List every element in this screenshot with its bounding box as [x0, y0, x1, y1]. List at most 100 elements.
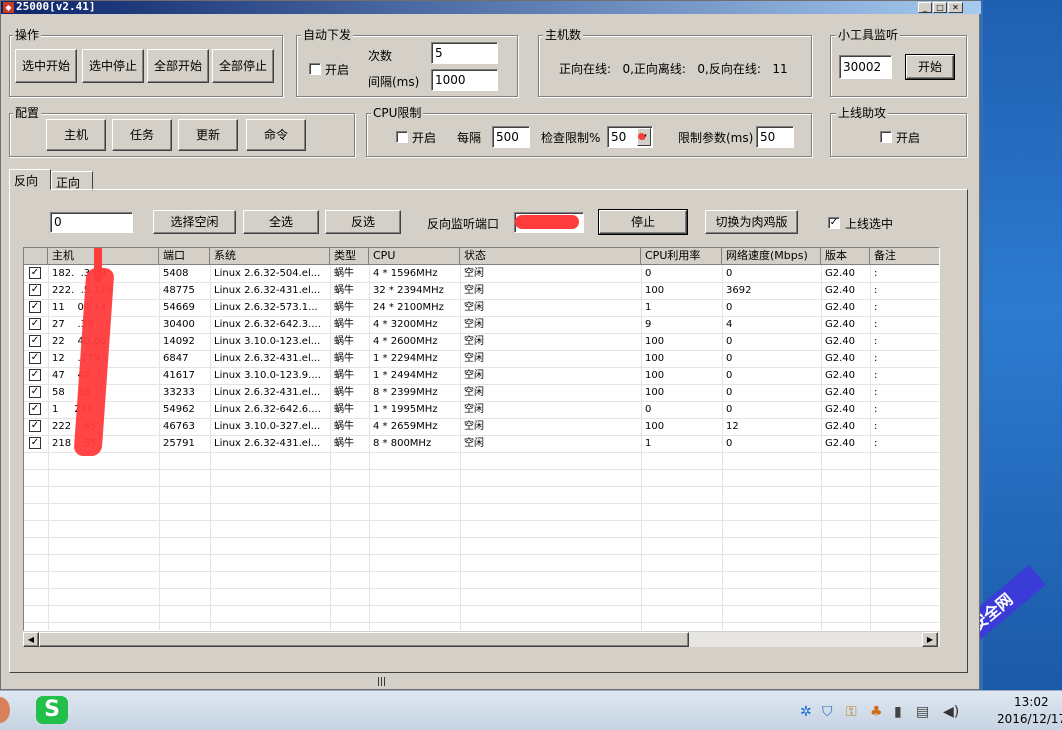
column-header-usage[interactable]: CPU利用率 [641, 248, 722, 265]
select-all-button[interactable]: 全选 [243, 210, 319, 234]
row-checkbox[interactable]: ✓ [29, 403, 41, 415]
tool-start-button[interactable]: 开始 [905, 54, 955, 80]
auto-enable-checkbox[interactable] [309, 63, 321, 75]
volume-icon[interactable]: ◀) [943, 704, 959, 720]
table-row[interactable]: ✓ 12 .179 6847 Linux 2.6.32-431.el... 蜗牛 1 * … [24, 350, 939, 368]
tab-reverse[interactable]: 反向 [9, 169, 51, 190]
start-all-button[interactable]: 全部开始 [147, 49, 209, 83]
messenger-icon[interactable]: ♣ [870, 704, 883, 720]
invert-selection-button[interactable]: 反选 [325, 210, 401, 234]
close-button[interactable]: ✕ [948, 2, 963, 13]
cell-state: 空闲 [464, 285, 484, 296]
minimize-button[interactable]: _ [918, 2, 932, 13]
cell-state: 空闲 [464, 319, 484, 330]
table-row[interactable]: ✓ 1 210 54962 Linux 2.6.32-642.6.... 蜗牛 1 * 1… [24, 401, 939, 419]
table-row[interactable]: ✓ 27 .39 30400 Linux 2.6.32-642.3.... 蜗牛 4 * … [24, 316, 939, 334]
cpu-every-input[interactable]: 500 [492, 126, 530, 148]
row-checkbox[interactable]: ✓ [29, 284, 41, 296]
select-idle-button[interactable]: 选择空闲 [153, 210, 236, 234]
horizontal-scrollbar[interactable]: ◀ ▶ [23, 631, 940, 647]
stop-listen-button[interactable]: 停止 [598, 209, 688, 235]
title-bar: ◆ 25000[v2.41] _ □ ✕ [1, 0, 981, 14]
config-update-button[interactable]: 更新 [178, 119, 238, 151]
host-count-status: 正向在线: 0,正向离线: 0,反向在线: 11 [559, 62, 788, 76]
cell-state: 空闲 [464, 302, 484, 313]
tool-port-input[interactable]: 30002 [839, 55, 892, 79]
row-checkbox[interactable]: ✓ [29, 267, 41, 279]
clock-date[interactable]: 2016/12/17 [997, 712, 1062, 726]
column-header-note[interactable]: 备注 [870, 248, 939, 265]
cell-usage: 1 [645, 438, 652, 449]
network-icon[interactable]: ✲ [800, 704, 812, 720]
row-checkbox[interactable]: ✓ [29, 335, 41, 347]
config-title: 配置 [13, 106, 42, 120]
maximize-button[interactable]: □ [933, 2, 947, 13]
column-header-host[interactable]: 主机 [48, 248, 159, 265]
table-row[interactable]: ✓ 22 40.66 14092 Linux 3.10.0-123.el... 蜗牛 4 … [24, 333, 939, 351]
cell-os: Linux 3.10.0-123.el... [214, 336, 321, 347]
shield-icon[interactable]: ⛉ [822, 704, 833, 720]
operations-title: 操作 [13, 28, 42, 42]
cpu-param-input[interactable]: 50 [756, 126, 794, 148]
scroll-left-button[interactable]: ◀ [23, 632, 39, 647]
stop-all-button[interactable]: 全部停止 [212, 49, 274, 83]
column-header-state[interactable]: 状态 [460, 248, 641, 265]
start-selected-button[interactable]: 选中开始 [15, 49, 77, 83]
config-task-button[interactable]: 任务 [112, 119, 172, 151]
cell-usage: 0 [645, 404, 652, 415]
clipboard-icon[interactable]: ▤ [916, 704, 929, 720]
table-row[interactable]: ✓ 58 38 33233 Linux 2.6.32-431.el... 蜗牛 8 * 2… [24, 384, 939, 402]
redaction-dot [638, 133, 645, 140]
empty-row [24, 605, 939, 623]
cpu-enable-checkbox[interactable] [396, 131, 408, 143]
table-row[interactable]: ✓ 218 .35 25791 Linux 2.6.32-431.el... 蜗牛 8 *… [24, 435, 939, 453]
cpu-check-select[interactable]: 50 ▼ [607, 126, 653, 148]
column-header-version[interactable]: 版本 [821, 248, 870, 265]
column-header-speed[interactable]: 网络速度(Mbps) [722, 248, 821, 265]
clock-time[interactable]: 13:02 [1014, 695, 1049, 709]
stop-selected-button[interactable]: 选中停止 [82, 49, 144, 83]
cell-port: 30400 [163, 319, 195, 330]
cell-os: Linux 2.6.32-431.el... [214, 353, 321, 364]
row-checkbox[interactable]: ✓ [29, 318, 41, 330]
table-row[interactable]: ✓ 47 42 41617 Linux 3.10.0-123.9.... 蜗牛 1 * 2… [24, 367, 939, 385]
online-select-checkbox[interactable]: ✓ [828, 217, 840, 229]
switch-mode-button[interactable]: 切换为肉鸡版 [705, 210, 798, 234]
cell-type: 蜗牛 [334, 353, 354, 364]
table-row[interactable]: ✓ 222 .65 46763 Linux 3.10.0-327.el... 蜗牛 4 *… [24, 418, 939, 436]
scroll-right-button[interactable]: ▶ [922, 632, 938, 647]
resize-grip[interactable]: ||| [377, 677, 386, 687]
table-row[interactable]: ✓ 182. .3.19 5408 Linux 2.6.32-504.el... 蜗牛 4… [24, 265, 939, 283]
cpu-enable-label: 开启 [412, 131, 437, 145]
security-icon[interactable]: ⚿ [846, 704, 857, 720]
device-icon[interactable]: ▮ [894, 704, 902, 720]
app-icon-partial[interactable] [0, 697, 10, 723]
tab-forward[interactable]: 正向 [51, 171, 93, 191]
auto-enable-label: 开启 [325, 63, 350, 77]
column-header-type[interactable]: 类型 [330, 248, 369, 265]
chat-app-icon[interactable]: S [36, 696, 68, 724]
column-header-check[interactable] [24, 248, 48, 265]
row-checkbox[interactable]: ✓ [29, 352, 41, 364]
config-command-button[interactable]: 命令 [246, 119, 306, 151]
online-enable-checkbox[interactable] [880, 131, 892, 143]
row-checkbox[interactable]: ✓ [29, 386, 41, 398]
filter-input[interactable]: 0 [50, 212, 133, 233]
interval-input[interactable]: 1000 [431, 69, 498, 91]
empty-row [24, 452, 939, 470]
cell-note: : [874, 370, 878, 381]
column-header-cpu[interactable]: CPU [369, 248, 460, 265]
listen-port-input[interactable] [514, 212, 584, 233]
column-header-os[interactable]: 系统 [210, 248, 330, 265]
row-checkbox[interactable]: ✓ [29, 437, 41, 449]
table-row[interactable]: ✓ 11 04.14 54669 Linux 2.6.32-573.1... 蜗牛 24 … [24, 299, 939, 317]
row-checkbox[interactable]: ✓ [29, 301, 41, 313]
count-input[interactable]: 5 [431, 42, 498, 64]
config-host-button[interactable]: 主机 [46, 119, 106, 151]
row-checkbox[interactable]: ✓ [29, 420, 41, 432]
column-header-port[interactable]: 端口 [159, 248, 210, 265]
empty-row [24, 503, 939, 521]
row-checkbox[interactable]: ✓ [29, 369, 41, 381]
table-row[interactable]: ✓ 222. .5.126 48775 Linux 2.6.32-431.el... 蜗… [24, 282, 939, 300]
scroll-thumb[interactable] [39, 632, 689, 647]
